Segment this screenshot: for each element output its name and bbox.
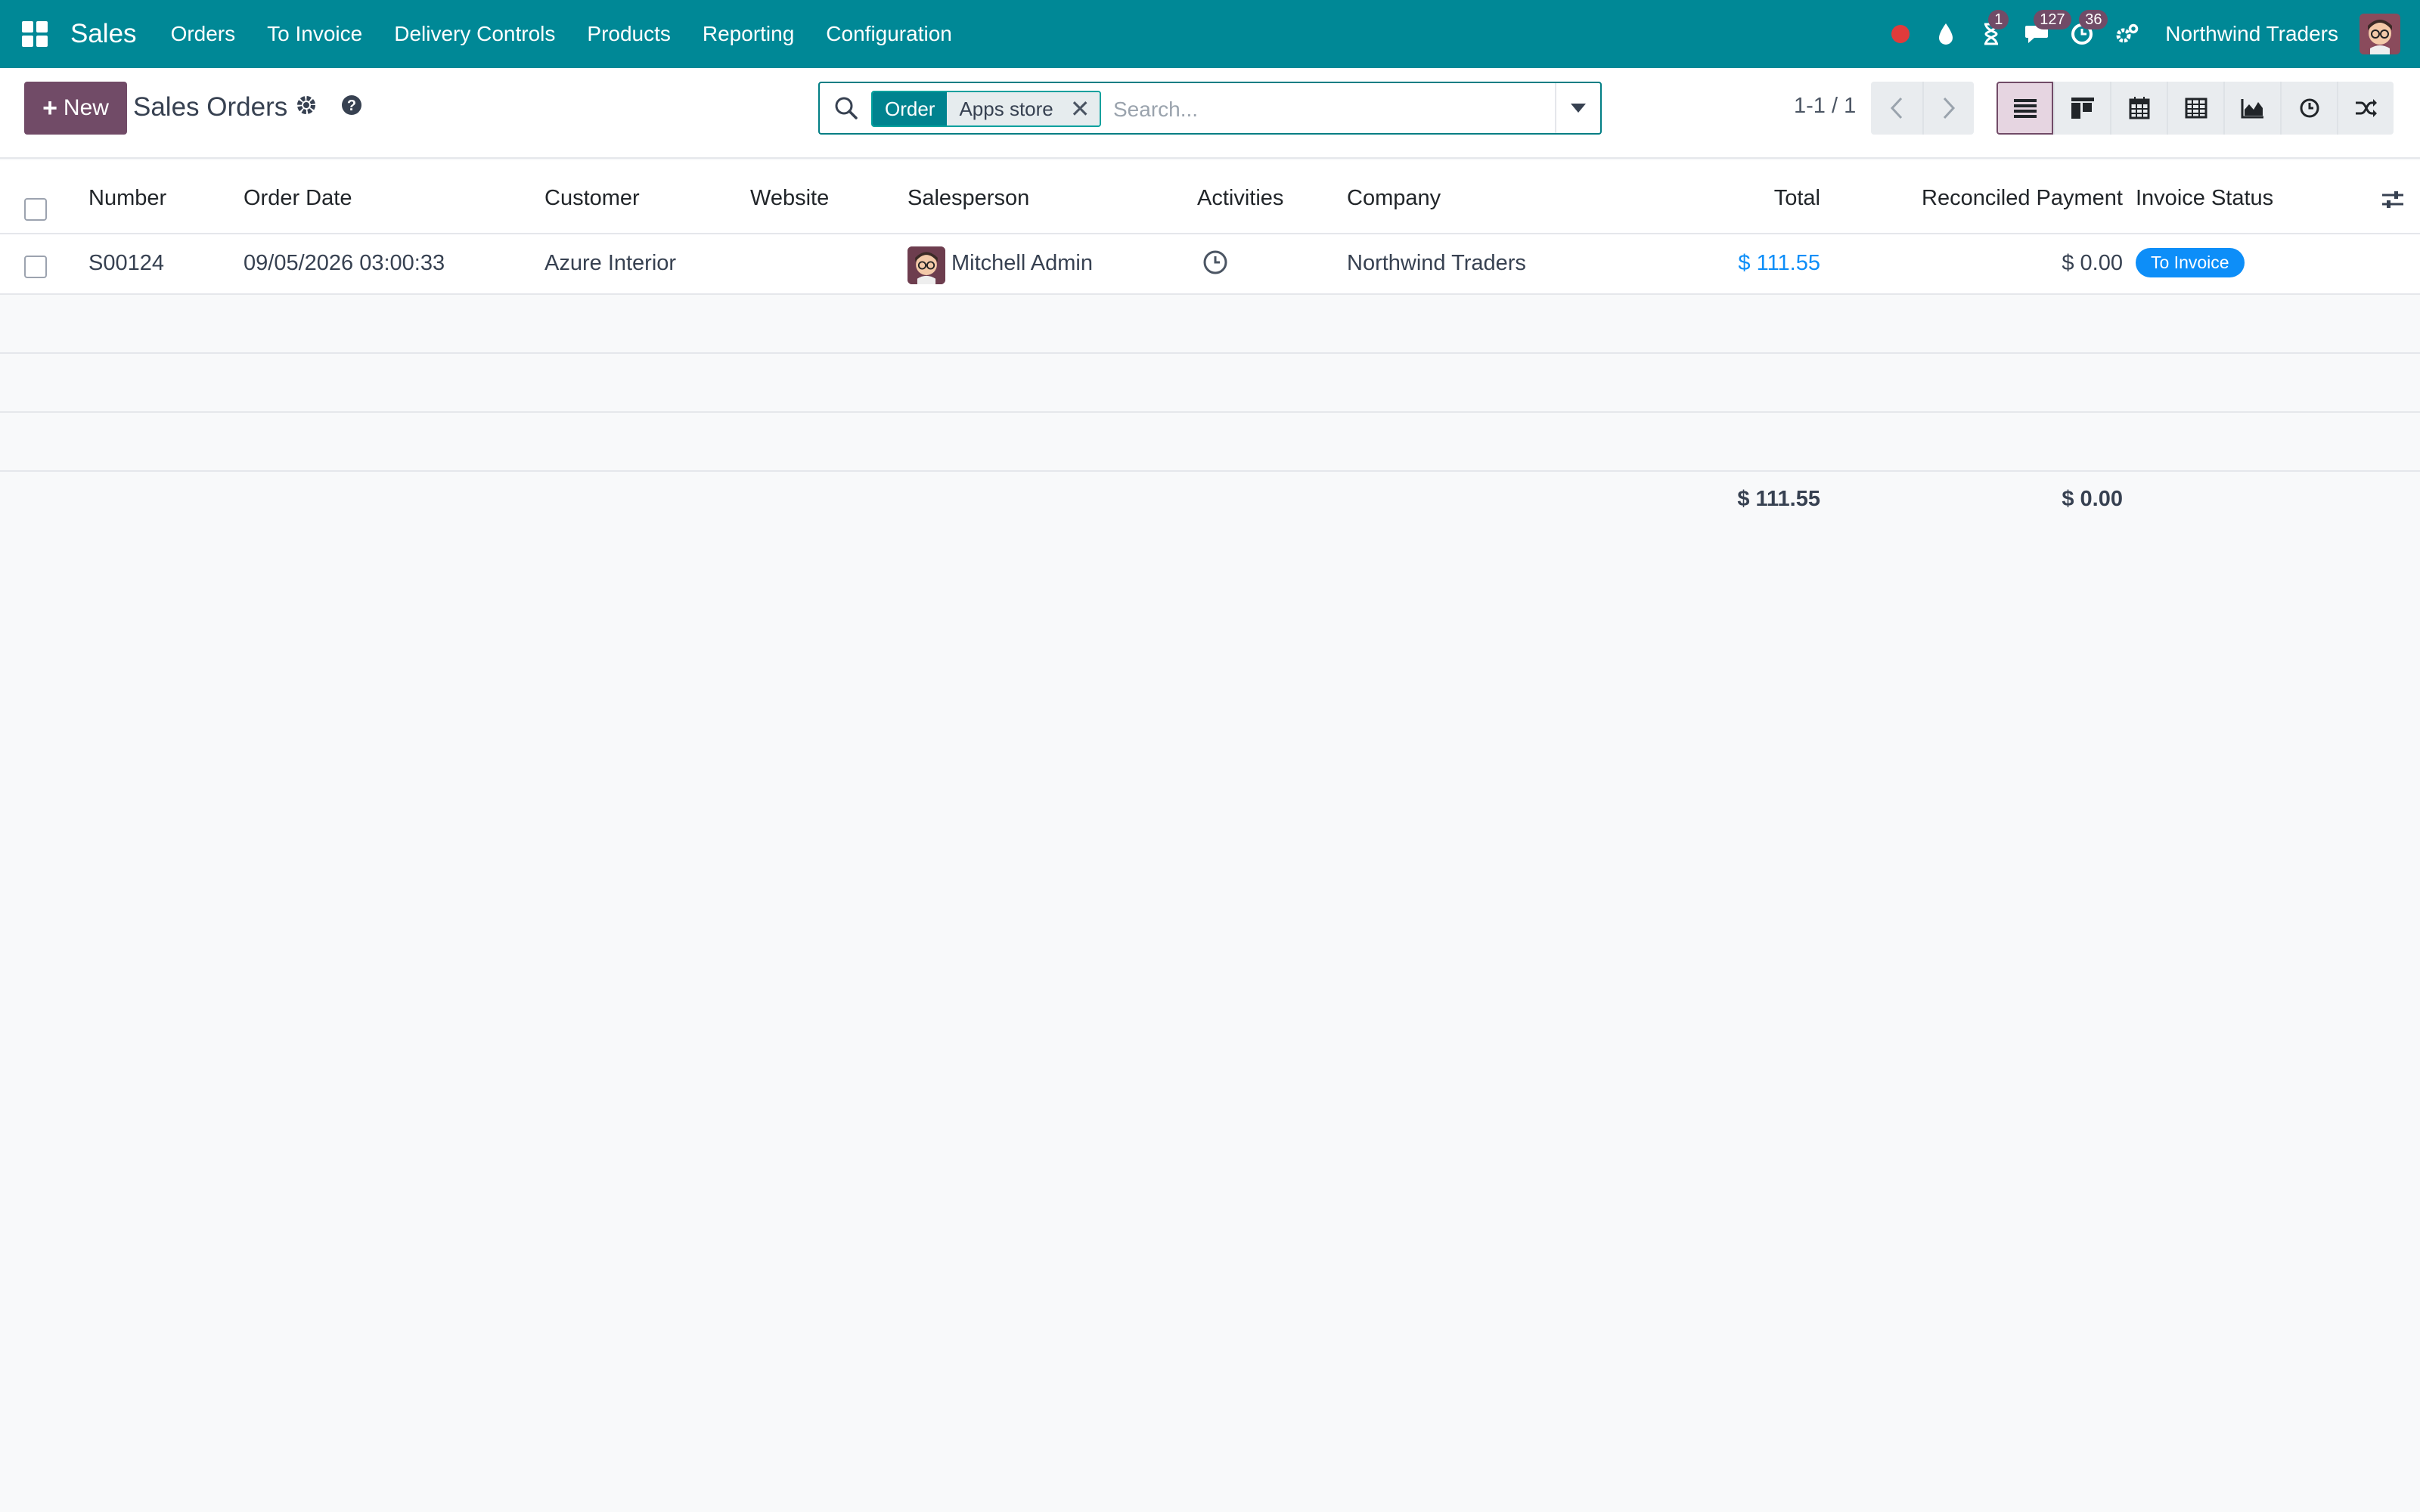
menu-delivery-controls[interactable]: Delivery Controls	[378, 22, 571, 46]
search-facet: Order Apps store ✕	[871, 91, 1101, 127]
chat-icon[interactable]: 127	[2023, 10, 2071, 48]
search-bar: Order Apps store ✕	[818, 82, 1602, 135]
status-badge: To Invoice	[2136, 248, 2245, 277]
view-switcher	[1996, 82, 2394, 135]
row-company: Northwind Traders	[1347, 251, 1526, 275]
view-pivot-button[interactable]	[2167, 82, 2223, 135]
messages-badge: 127	[2034, 10, 2071, 29]
control-panel: + New Sales Orders ? Order Apps store ✕ …	[0, 68, 2420, 159]
table-header: Number Order Date Customer Website Sales…	[0, 160, 2420, 234]
clock-icon[interactable]	[1202, 249, 1228, 281]
footer-reconciled-payment: $ 0.00	[2062, 487, 2123, 511]
plus-icon: +	[42, 93, 57, 122]
empty-row	[0, 413, 2420, 472]
settings-gears-icon[interactable]	[2114, 20, 2141, 48]
col-total[interactable]: Total	[1774, 186, 1820, 211]
optional-columns-icon[interactable]	[2381, 189, 2405, 214]
menu-to-invoice[interactable]: To Invoice	[251, 22, 378, 46]
new-button[interactable]: + New	[24, 82, 127, 135]
calendar-icon	[2129, 97, 2149, 119]
facet-value-text: Apps store	[959, 97, 1053, 120]
col-company[interactable]: Company	[1347, 186, 1441, 211]
view-list-button[interactable]	[1996, 82, 2053, 135]
recording-dot-icon[interactable]	[1887, 20, 1914, 48]
search-icon	[833, 95, 859, 125]
row-number: S00124	[88, 251, 164, 275]
row-order-date: 09/05/2026 03:00:33	[244, 251, 445, 275]
company-switcher[interactable]: Northwind Traders	[2165, 22, 2338, 46]
clock-icon	[2300, 98, 2319, 118]
row-total: $ 111.55	[1738, 251, 1820, 275]
pivot-icon	[2185, 98, 2207, 119]
kanban-icon	[2071, 98, 2094, 119]
empty-row	[0, 295, 2420, 354]
row-reconciled-payment: $ 0.00	[2062, 251, 2123, 275]
sales-orders-list: Number Order Date Customer Website Sales…	[0, 160, 2420, 529]
pager-previous-button[interactable]	[1871, 82, 1922, 135]
drop-icon[interactable]	[1932, 20, 1959, 48]
timer-icon[interactable]: 36	[2068, 10, 2108, 48]
page-title[interactable]: Sales Orders	[133, 92, 287, 122]
pager-value[interactable]: 1-1 / 1	[1794, 94, 1856, 119]
menu-reporting[interactable]: Reporting	[687, 22, 810, 46]
col-activities[interactable]: Activities	[1197, 186, 1283, 211]
footer-total: $ 111.55	[1737, 487, 1820, 511]
svg-text:?: ?	[347, 98, 356, 114]
empty-row	[0, 354, 2420, 413]
row-salesperson: Mitchell Admin	[951, 251, 1093, 275]
graph-icon	[2241, 99, 2263, 119]
shuffle-icon	[2355, 99, 2377, 117]
new-button-label: New	[63, 95, 109, 120]
col-salesperson[interactable]: Salesperson	[908, 186, 1029, 211]
table-row[interactable]: S00124 09/05/2026 03:00:33 Azure Interio…	[0, 234, 2420, 295]
app-name[interactable]: Sales	[70, 19, 137, 49]
view-graph-button[interactable]	[2223, 82, 2280, 135]
systray: 1 127 36 Northwind Traders	[1887, 0, 2420, 68]
hourglass-icon[interactable]: 1	[1978, 10, 2009, 48]
view-calendar-button[interactable]	[2110, 82, 2167, 135]
chevron-right-icon	[1943, 97, 1956, 119]
pager-next-button[interactable]	[1922, 82, 1974, 135]
user-avatar[interactable]	[2360, 14, 2400, 54]
row-checkbox[interactable]	[24, 256, 47, 278]
col-reconciled-payment[interactable]: Reconciled Payment	[1922, 186, 2123, 211]
select-all-checkbox[interactable]	[24, 198, 47, 221]
menu-configuration[interactable]: Configuration	[810, 22, 968, 46]
timesheets-badge: 36	[2079, 10, 2108, 29]
app-menu-icon[interactable]	[22, 21, 48, 47]
activities-badge: 1	[1988, 10, 2009, 29]
table-footer: $ 111.55 $ 0.00	[0, 472, 2420, 529]
view-kanban-button[interactable]	[2053, 82, 2110, 135]
col-invoice-status[interactable]: Invoice Status	[2136, 186, 2273, 211]
search-input[interactable]	[1113, 92, 1567, 127]
close-icon[interactable]: ✕	[1070, 97, 1091, 121]
view-activity-button[interactable]	[2280, 82, 2337, 135]
col-number[interactable]: Number	[88, 186, 166, 211]
row-customer: Azure Interior	[544, 251, 677, 275]
facet-value: Apps store ✕	[947, 92, 1100, 125]
menu-products[interactable]: Products	[571, 22, 687, 46]
chevron-left-icon	[1890, 97, 1903, 119]
salesperson-avatar[interactable]	[908, 246, 945, 284]
col-order-date[interactable]: Order Date	[244, 186, 352, 211]
facet-label: Order	[873, 92, 948, 125]
menu-orders[interactable]: Orders	[155, 22, 252, 46]
col-website[interactable]: Website	[750, 186, 829, 211]
help-icon[interactable]: ?	[340, 94, 363, 120]
caret-down-icon	[1571, 104, 1586, 113]
col-customer[interactable]: Customer	[544, 186, 640, 211]
top-navbar: Sales Orders To Invoice Delivery Control…	[0, 0, 2420, 68]
view-map-button[interactable]	[2337, 82, 2394, 135]
list-icon	[2013, 99, 2037, 118]
gear-icon[interactable]	[295, 94, 318, 120]
search-options-toggle[interactable]	[1555, 83, 1600, 133]
